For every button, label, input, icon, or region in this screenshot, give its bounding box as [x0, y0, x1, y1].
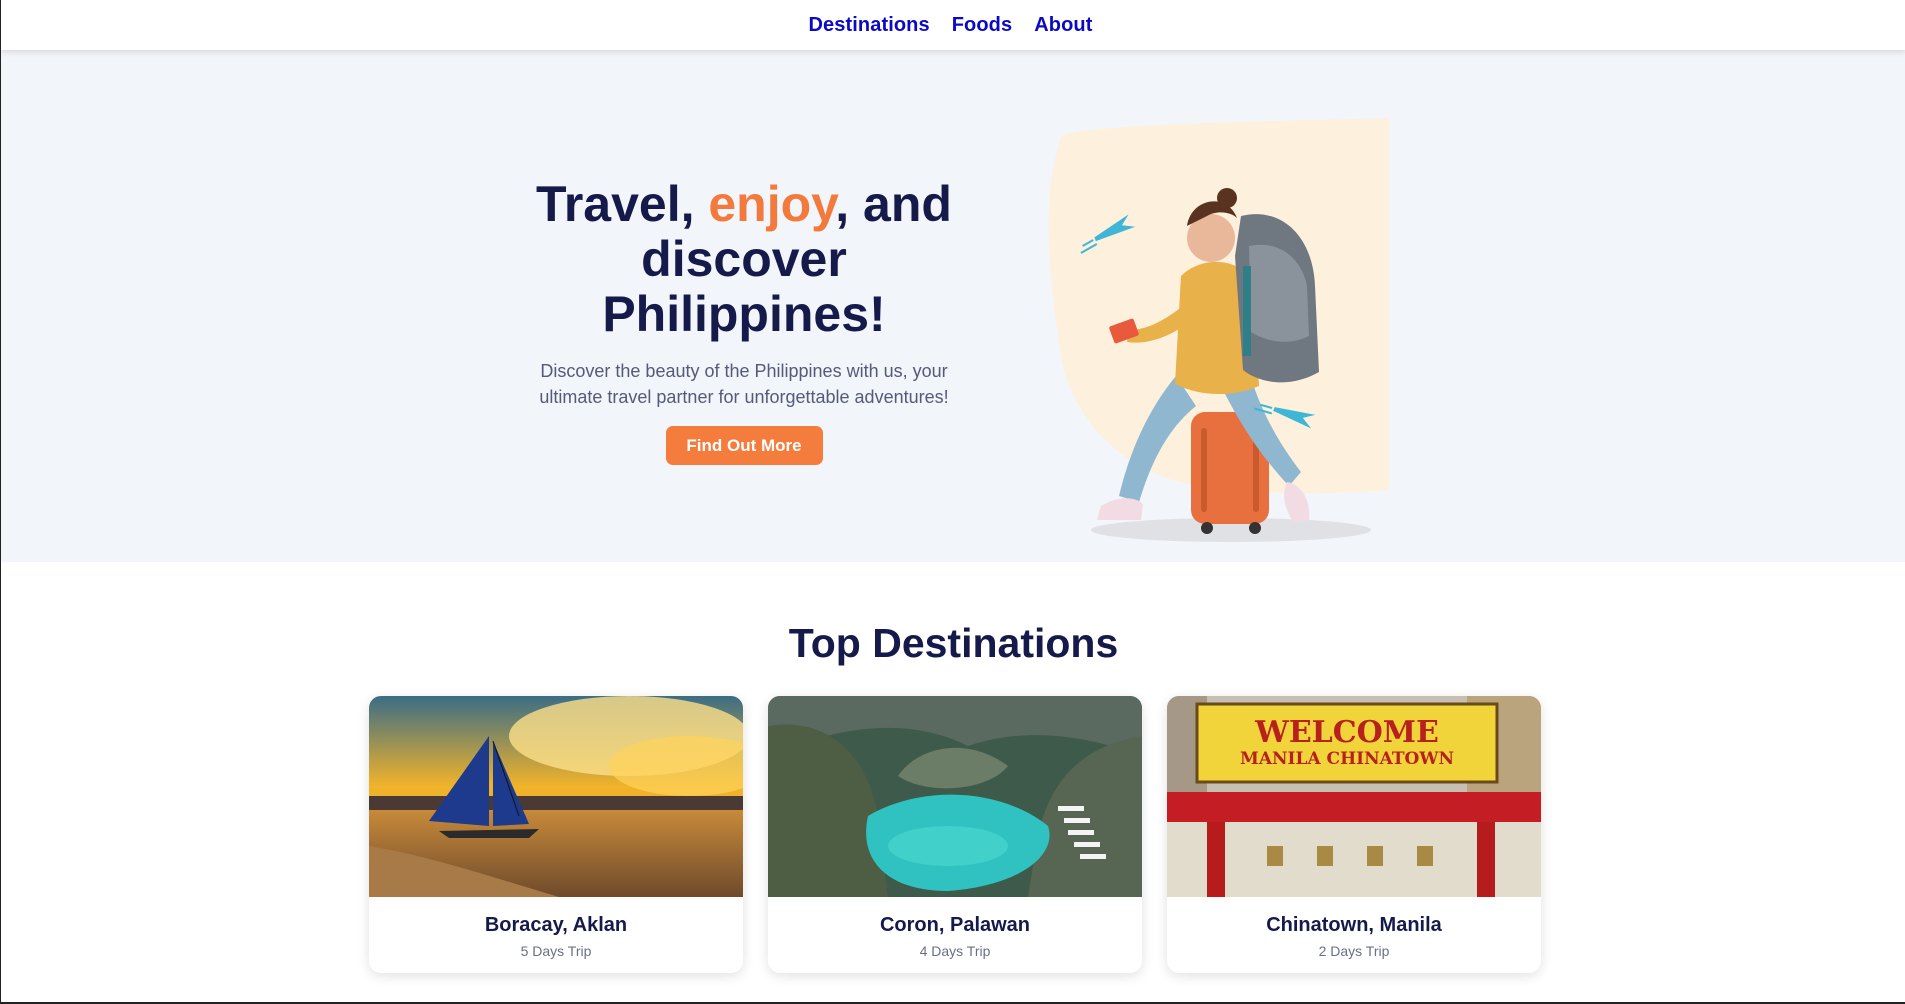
card-title: Boracay, Aklan	[484, 914, 628, 936]
destination-card-chinatown[interactable]: WELCOME MANILA CHINATOWN Chinatown, Mani…	[1167, 696, 1541, 973]
hero-title: Travel, enjoy, and discover Philippines!	[521, 177, 967, 342]
destination-card-coron[interactable]: Coron, Palawan 4 Days Trip	[768, 696, 1142, 973]
coron-photo	[768, 696, 1142, 897]
nav-links: Destinations Foods About	[809, 14, 1093, 37]
hero-subtitle: Discover the beauty of the Philippines w…	[539, 361, 949, 407]
card-body: Boracay, Aklan 5 Days Trip	[369, 897, 743, 959]
card-trip-length: 5 Days Trip	[520, 943, 592, 959]
destination-card-boracay[interactable]: Boracay, Aklan 5 Days Trip	[369, 696, 743, 973]
card-body: Coron, Palawan 4 Days Trip	[768, 897, 1142, 959]
card-trip-length: 2 Days Trip	[1318, 943, 1390, 959]
boracay-photo	[369, 696, 743, 897]
hero-section: Travel, enjoy, and discover Philippines!…	[1, 50, 1905, 562]
hero-title-accent: enjoy	[708, 176, 836, 232]
top-navbar: Destinations Foods About	[1, 0, 1905, 50]
hero-traveler-illustration	[1048, 118, 1389, 542]
chinatown-sign-welcome: WELCOME	[1254, 715, 1439, 750]
nav-link-about[interactable]: About	[1034, 14, 1092, 37]
nav-link-foods[interactable]: Foods	[952, 14, 1013, 37]
chinatown-sign-name: MANILA CHINATOWN	[1240, 749, 1454, 769]
card-title: Chinatown, Manila	[1266, 914, 1442, 936]
page-frame: Destinations Foods About Travel, enjoy, …	[0, 0, 1905, 1004]
nav-link-destinations[interactable]: Destinations	[809, 14, 930, 37]
card-body: Chinatown, Manila 2 Days Trip	[1167, 897, 1541, 959]
chinatown-photo: WELCOME MANILA CHINATOWN	[1167, 696, 1541, 897]
card-title: Coron, Palawan	[879, 914, 1031, 936]
destination-cards: Boracay, Aklan 5 Days Trip Coron, Palawa…	[369, 696, 1541, 973]
find-out-more-button[interactable]: Find Out More	[665, 426, 823, 465]
hero-title-part1: Travel,	[536, 176, 709, 232]
card-trip-length: 4 Days Trip	[919, 943, 991, 959]
hero-text: Travel, enjoy, and discover Philippines!…	[521, 177, 967, 465]
top-destinations-title: Top Destinations	[788, 620, 1119, 666]
